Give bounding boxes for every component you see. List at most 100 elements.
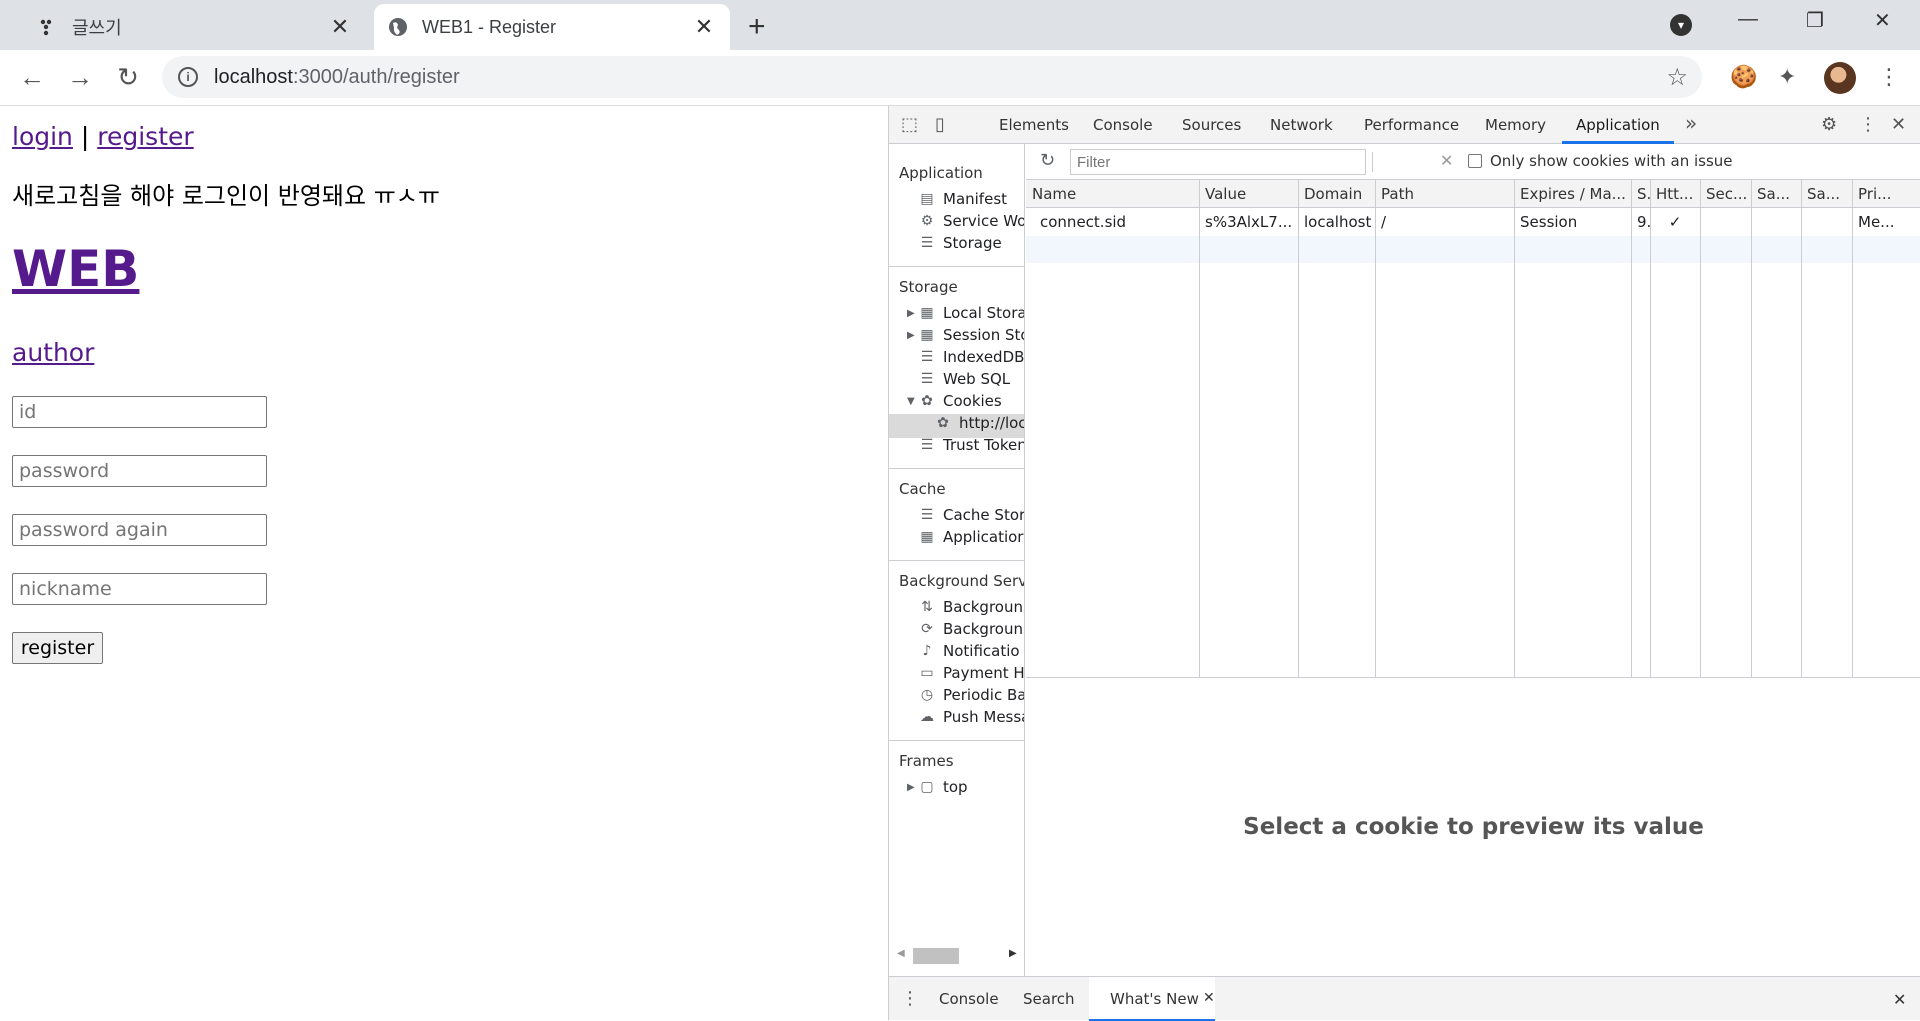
column-header-sameparty[interactable]: Sa... [1801,180,1852,208]
tab-search-icon[interactable]: ▾ [1670,14,1692,36]
column-header-samesite[interactable]: Sa... [1751,180,1801,208]
sidebar-item-cookies[interactable]: ✿ Cookies [919,392,1002,410]
sidebar-item-web-sql[interactable]: ☰ Web SQL [919,370,1010,388]
bookmark-star-icon[interactable]: ☆ [1666,63,1688,92]
drawer-menu-icon[interactable]: ⋮ [901,988,919,1009]
close-window-button[interactable]: ✕ [1874,8,1891,33]
nickname-field[interactable] [12,573,267,605]
sidebar-item-periodic-sync[interactable]: ◷ Periodic Ba [919,686,1024,704]
login-link[interactable]: login [12,122,73,151]
sidebar-item-indexeddb[interactable]: ☰ IndexedDB [919,348,1024,366]
close-tab-icon[interactable]: ✕ [328,14,352,40]
sidebar-item-top-frame[interactable]: ▢ top [919,778,967,796]
sidebar-item-service-workers[interactable]: ⚙ Service Wo [919,212,1024,230]
devtools-menu-icon[interactable]: ⋮ [1859,114,1877,135]
tab-application[interactable]: Application [1576,116,1660,134]
refresh-icon[interactable]: ↻ [1040,150,1055,171]
expand-arrow-icon[interactable]: ▶ [907,330,915,341]
scroll-left-icon[interactable]: ◀ [897,948,905,959]
cookie-priority-cell[interactable]: Me... [1852,209,1920,236]
password-again-field[interactable] [12,514,267,546]
only-issues-checkbox[interactable] [1468,154,1482,168]
column-header-value[interactable]: Value [1199,180,1298,208]
register-button[interactable]: register [12,632,103,664]
gear-icon[interactable]: ⚙ [1821,114,1837,135]
sidebar-item-trust-tokens[interactable]: ☰ Trust Token [919,436,1024,454]
inspect-element-icon[interactable]: ⬚ [901,114,918,135]
cookie-name-cell[interactable]: connect.sid [1034,209,1199,236]
column-header-name[interactable]: Name [1026,180,1199,208]
author-link[interactable]: author [12,338,94,367]
tab-elements[interactable]: Elements [999,116,1069,134]
sidebar-item-manifest[interactable]: ▤ Manifest [919,190,1007,208]
close-tab-icon[interactable]: ✕ [692,14,716,40]
menu-kebab-icon[interactable]: ⋮ [1878,64,1900,90]
forward-arrow-icon[interactable]: → [64,62,96,93]
column-header-secure[interactable]: Sec... [1700,180,1751,208]
page-title[interactable]: WEB [12,240,139,298]
drawer-tab-search[interactable]: Search [1023,990,1075,1008]
scroll-right-icon[interactable]: ▶ [1009,948,1017,959]
cookie-value-cell[interactable]: s%3AlxL7... [1199,209,1298,236]
close-drawer-icon[interactable]: ✕ [1893,990,1906,1009]
expand-arrow-icon[interactable]: ▶ [907,782,915,793]
tab-network[interactable]: Network [1270,116,1333,134]
scrollbar-thumb[interactable] [913,948,959,964]
sidebar-item-cookie-origin[interactable]: ✿ http://loc [935,414,1024,432]
sidebar-item-application-cache[interactable]: ▦ Applicatior [919,528,1023,546]
column-header-size[interactable]: S. [1631,180,1650,208]
column-header-priority[interactable]: Pri... [1852,180,1920,208]
column-header-domain[interactable]: Domain [1298,180,1375,208]
close-whats-new-icon[interactable]: ✕ [1203,990,1215,1006]
password-field[interactable] [12,455,267,487]
tab-memory[interactable]: Memory [1485,116,1546,134]
collapse-arrow-icon[interactable]: ▼ [907,396,915,407]
auth-nav: login | register [12,122,194,151]
filter-input[interactable] [1070,149,1366,175]
avatar[interactable] [1824,62,1856,94]
sidebar-item-payment-handler[interactable]: ▭ Payment H [919,664,1024,682]
extensions-puzzle-icon[interactable]: ✦ [1778,64,1796,90]
cookie-size-cell[interactable]: 9. [1631,209,1650,236]
column-header-expires[interactable]: Expires / Ma... [1514,180,1631,208]
id-field[interactable] [12,396,267,428]
drawer-tab-console[interactable]: Console [939,990,999,1008]
back-arrow-icon[interactable]: ← [16,62,48,93]
sidebar-item-session-storage[interactable]: ▦ Session Sto [919,326,1024,344]
cookie-domain-cell[interactable]: localhost [1298,209,1375,236]
expand-arrow-icon[interactable]: ▶ [907,308,915,319]
httponly-check-icon[interactable]: ✓ [1650,209,1700,236]
address-bar[interactable]: i localhost:3000/auth/register ☆ [162,56,1702,98]
sidebar-item-local-storage[interactable]: ▦ Local Stora [919,304,1024,322]
sidebar-item-background-sync[interactable]: ⟳ Backgroun [919,620,1023,638]
sidebar-item-push-messaging[interactable]: ☁ Push Messa [919,708,1024,726]
sidebar-horizontal-scrollbar[interactable]: ◀ ▶ [889,944,1024,968]
cookies-toolbar: ↻ ✕ Only show cookies with an issue [1026,144,1920,180]
register-link[interactable]: register [97,122,193,151]
close-devtools-icon[interactable]: ✕ [1891,114,1906,135]
site-info-icon[interactable]: i [178,67,198,87]
sidebar-item-background-fetch[interactable]: ⇅ Backgroun [919,598,1023,616]
column-header-httponly[interactable]: Htt... [1650,180,1700,208]
cookie-extension-icon[interactable]: 🍪 [1730,64,1757,90]
sidebar-item-storage[interactable]: ☰ Storage [919,234,1002,252]
restore-button[interactable]: ❐ [1806,8,1824,33]
tab-performance[interactable]: Performance [1364,116,1459,134]
reload-icon[interactable]: ↻ [112,62,144,93]
more-tabs-icon[interactable]: » [1685,111,1697,135]
minimize-button[interactable]: — [1738,8,1758,31]
sidebar-item-notifications[interactable]: ♪ Notificatio [919,642,1020,660]
drawer-tab-whats-new[interactable]: What's New [1110,990,1199,1008]
browser-tab-write[interactable]: 글쓰기 ✕ [24,4,366,50]
tab-sources[interactable]: Sources [1182,116,1241,134]
sidebar-item-cache-storage[interactable]: ☰ Cache Stor [919,506,1024,524]
device-toolbar-icon[interactable]: ▯ [935,114,945,135]
devtools-tabbar: ⬚ ▯ Elements Console Sources Network Per… [889,106,1920,144]
browser-tab-register[interactable]: WEB1 - Register ✕ [374,4,730,50]
cookie-expires-cell[interactable]: Session [1514,209,1631,236]
tab-console[interactable]: Console [1093,116,1153,134]
new-tab-button[interactable]: + [748,10,766,44]
column-header-path[interactable]: Path [1375,180,1514,208]
clear-all-icon[interactable]: ✕ [1440,151,1453,170]
cookie-path-cell[interactable]: / [1375,209,1514,236]
